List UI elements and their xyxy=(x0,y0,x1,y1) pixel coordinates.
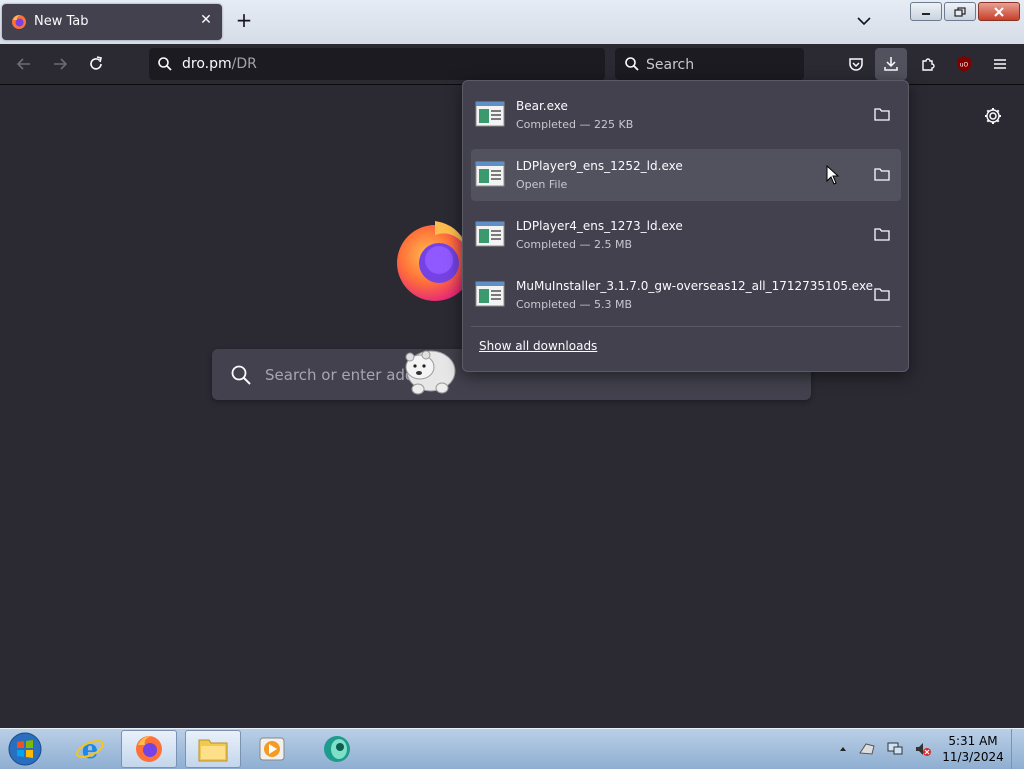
exe-file-icon xyxy=(475,221,505,247)
system-tray xyxy=(838,741,932,757)
search-icon xyxy=(625,57,639,71)
search-bar[interactable]: Search xyxy=(615,48,804,80)
taskbar-file-explorer[interactable] xyxy=(185,730,241,768)
volume-muted-icon[interactable] xyxy=(914,741,932,757)
tab-new-tab[interactable]: New Tab ✕ xyxy=(2,4,222,40)
panel-divider xyxy=(471,326,901,327)
search-bar-placeholder: Search xyxy=(646,57,695,73)
list-all-tabs-icon[interactable] xyxy=(855,12,873,30)
show-hidden-icons-icon[interactable] xyxy=(838,744,848,754)
extensions-button[interactable] xyxy=(912,48,944,80)
downloads-button[interactable] xyxy=(875,48,907,80)
download-filename: LDPlayer9_ens_1252_ld.exe xyxy=(516,159,683,173)
download-status: Completed — 5.3 MB xyxy=(516,298,633,311)
download-filename: MuMuInstaller_3.1.7.0_gw-overseas12_all_… xyxy=(516,279,874,293)
mouse-cursor-icon xyxy=(826,165,840,185)
restore-button[interactable] xyxy=(944,2,976,21)
polar-bear-image xyxy=(405,350,456,395)
window-controls xyxy=(910,2,1020,21)
show-desktop-button[interactable] xyxy=(1011,729,1024,769)
exe-file-icon xyxy=(475,101,505,127)
taskbar-app[interactable] xyxy=(309,730,365,768)
network-icon[interactable] xyxy=(886,741,904,757)
exe-file-icon xyxy=(475,281,505,307)
firefox-icon xyxy=(136,736,162,762)
url-path: /DR xyxy=(231,56,257,72)
download-status: Completed — 225 KB xyxy=(516,118,634,131)
new-tab-button[interactable]: + xyxy=(234,10,254,30)
back-arrow-icon[interactable] xyxy=(14,54,34,74)
exe-file-icon xyxy=(475,161,505,187)
clock-time: 5:31 AM xyxy=(948,734,998,748)
windows-taskbar: e 5:31 AM 11/3/2024 xyxy=(0,728,1024,769)
minimize-button[interactable] xyxy=(910,2,942,21)
folder-icon xyxy=(198,739,228,762)
download-status: Completed — 2.5 MB xyxy=(516,238,633,251)
ublock-shield-icon: uO xyxy=(957,56,971,72)
gear-icon[interactable] xyxy=(983,106,1003,126)
downloads-panel: Bear.exe Completed — 225 KB LDPlayer9_en… xyxy=(462,80,909,372)
app-menu-button[interactable] xyxy=(984,48,1016,80)
tab-close-icon[interactable]: ✕ xyxy=(198,12,214,28)
pocket-button[interactable] xyxy=(840,48,872,80)
minimize-icon xyxy=(922,12,930,15)
search-icon xyxy=(158,57,172,71)
close-icon xyxy=(994,6,1004,17)
windows-start-orb-icon[interactable] xyxy=(6,731,44,767)
pocket-icon xyxy=(849,58,863,71)
tab-strip: New Tab ✕ + xyxy=(0,0,1024,44)
media-player-icon xyxy=(259,737,285,761)
show-all-downloads-link[interactable]: Show all downloads xyxy=(479,339,597,353)
reload-icon[interactable] xyxy=(86,54,106,74)
hamburger-menu-icon xyxy=(994,59,1006,69)
taskbar-clock[interactable]: 5:31 AM 11/3/2024 xyxy=(940,733,1006,765)
download-icon xyxy=(884,57,898,71)
ublock-origin-button[interactable]: uO xyxy=(948,48,980,80)
navigation-toolbar: dro.pm/DR Search uO xyxy=(0,44,1024,85)
taskbar-internet-explorer[interactable]: e xyxy=(62,730,118,768)
puzzle-piece-icon xyxy=(922,58,935,71)
svg-text:e: e xyxy=(82,735,99,764)
folder-icon[interactable] xyxy=(873,225,891,243)
firefox-icon xyxy=(12,15,26,29)
folder-icon[interactable] xyxy=(873,285,891,303)
folder-icon[interactable] xyxy=(873,165,891,183)
tab-title: New Tab xyxy=(34,14,89,29)
clock-date: 11/3/2024 xyxy=(942,750,1004,764)
url-domain: dro.pm xyxy=(182,56,232,72)
svg-text:uO: uO xyxy=(960,62,969,69)
url-text: dro.pm/DR xyxy=(182,56,257,72)
close-window-button[interactable] xyxy=(978,2,1020,21)
url-bar[interactable]: dro.pm/DR xyxy=(149,48,605,80)
search-icon xyxy=(231,365,251,385)
download-item[interactable]: MuMuInstaller_3.1.7.0_gw-overseas12_all_… xyxy=(471,269,901,321)
internet-explorer-icon: e xyxy=(76,735,104,764)
restore-icon xyxy=(954,6,966,17)
folder-icon[interactable] xyxy=(873,105,891,123)
taskbar-firefox[interactable] xyxy=(121,730,177,768)
download-filename: LDPlayer4_ens_1273_ld.exe xyxy=(516,219,683,233)
download-item[interactable]: LDPlayer4_ens_1273_ld.exe Completed — 2.… xyxy=(471,209,901,261)
download-item[interactable]: Bear.exe Completed — 225 KB xyxy=(471,89,901,141)
download-filename: Bear.exe xyxy=(516,99,568,113)
download-status: Open File xyxy=(516,178,568,191)
taskbar-media-player[interactable] xyxy=(244,730,300,768)
tray-app-icon[interactable] xyxy=(858,741,876,757)
app-globe-icon xyxy=(324,736,350,762)
forward-arrow-icon[interactable] xyxy=(50,54,70,74)
